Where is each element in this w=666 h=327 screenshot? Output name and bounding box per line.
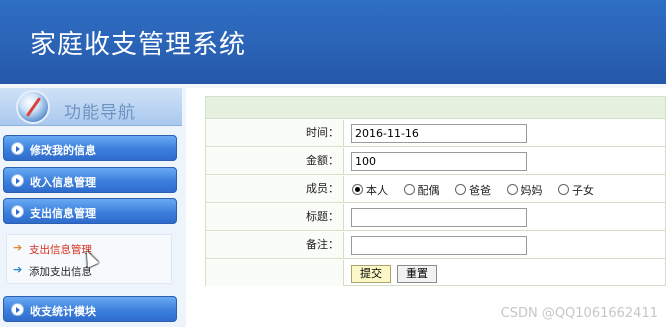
radio-label: 子女	[572, 184, 594, 197]
menu-item-edit-profile[interactable]: 修改我的信息	[3, 135, 177, 161]
expense-form: 时间： 金额： 成员： 本人 配偶 爸爸 妈妈 子女 标题： 备注：	[205, 96, 666, 286]
radio-label: 妈妈	[520, 184, 543, 197]
arrow-bullet-icon	[11, 174, 24, 187]
form-row-amount: 金额：	[206, 148, 665, 175]
right-arrow-icon: ➔	[13, 263, 23, 276]
watermark: CSDN @QQ1061662411	[500, 306, 658, 321]
title-input[interactable]	[351, 208, 527, 227]
form-row-time: 时间：	[206, 120, 665, 147]
amount-input[interactable]	[351, 152, 527, 171]
member-label: 成员：	[206, 176, 344, 202]
actions-label-cell	[206, 260, 344, 286]
time-label: 时间：	[206, 120, 344, 146]
amount-label: 金额：	[206, 148, 344, 174]
time-input[interactable]	[351, 124, 527, 143]
member-option-father[interactable]: 爸爸	[455, 182, 491, 198]
member-option-self[interactable]: 本人	[352, 182, 388, 198]
member-option-child[interactable]: 子女	[558, 182, 594, 198]
nav-banner-label: 功能导航	[64, 103, 136, 123]
radio-label: 配偶	[417, 184, 440, 197]
submit-button[interactable]: 提交	[351, 265, 391, 283]
sidebar: 功能导航 修改我的信息 收入信息管理 支出信息管理 ➔ 支出信息管理 ➔ 添加支…	[0, 88, 186, 327]
radio-label: 爸爸	[469, 184, 491, 197]
arrow-bullet-icon	[11, 142, 24, 155]
radio-button[interactable]	[506, 184, 518, 195]
arrow-bullet-icon	[11, 205, 24, 218]
member-radio-group: 本人 配偶 爸爸 妈妈 子女	[352, 182, 606, 198]
radio-button[interactable]	[455, 184, 466, 195]
radio-button[interactable]	[403, 184, 415, 195]
main-content: 时间： 金额： 成员： 本人 配偶 爸爸 妈妈 子女 标题： 备注：	[190, 88, 666, 327]
menu-item-expense-management[interactable]: 支出信息管理	[3, 198, 177, 224]
menu-item-label: 收支统计模块	[30, 305, 96, 318]
menu-item-label: 修改我的信息	[30, 144, 96, 157]
radio-button[interactable]	[352, 184, 363, 195]
title-label: 标题：	[206, 204, 344, 230]
member-option-spouse[interactable]: 配偶	[403, 182, 440, 198]
nav-banner: 功能导航	[0, 88, 182, 126]
member-option-mother[interactable]: 妈妈	[506, 182, 543, 198]
submenu-item-label: 添加支出信息	[29, 266, 92, 278]
menu-item-income-management[interactable]: 收入信息管理	[3, 167, 177, 193]
right-arrow-icon: ➔	[13, 241, 23, 254]
menu-item-label: 支出信息管理	[30, 207, 96, 220]
reset-button[interactable]: 重置	[397, 265, 437, 283]
menu-item-statistics[interactable]: 收支统计模块	[3, 296, 177, 322]
note-input[interactable]	[351, 236, 527, 255]
radio-label: 本人	[366, 184, 388, 197]
arrow-bullet-icon	[11, 303, 24, 316]
compass-icon	[16, 90, 50, 124]
note-label: 备注：	[206, 232, 344, 258]
form-row-note: 备注：	[206, 232, 665, 259]
app-header: 家庭收支管理系统	[0, 0, 666, 84]
app-title: 家庭收支管理系统	[30, 30, 247, 60]
form-row-member: 成员： 本人 配偶 爸爸 妈妈 子女	[206, 176, 665, 203]
form-row-actions: 提交 重置	[206, 260, 665, 287]
form-row-title: 标题：	[206, 204, 665, 231]
radio-button[interactable]	[558, 184, 569, 195]
form-header-bar	[206, 97, 665, 119]
menu-item-label: 收入信息管理	[30, 176, 96, 189]
